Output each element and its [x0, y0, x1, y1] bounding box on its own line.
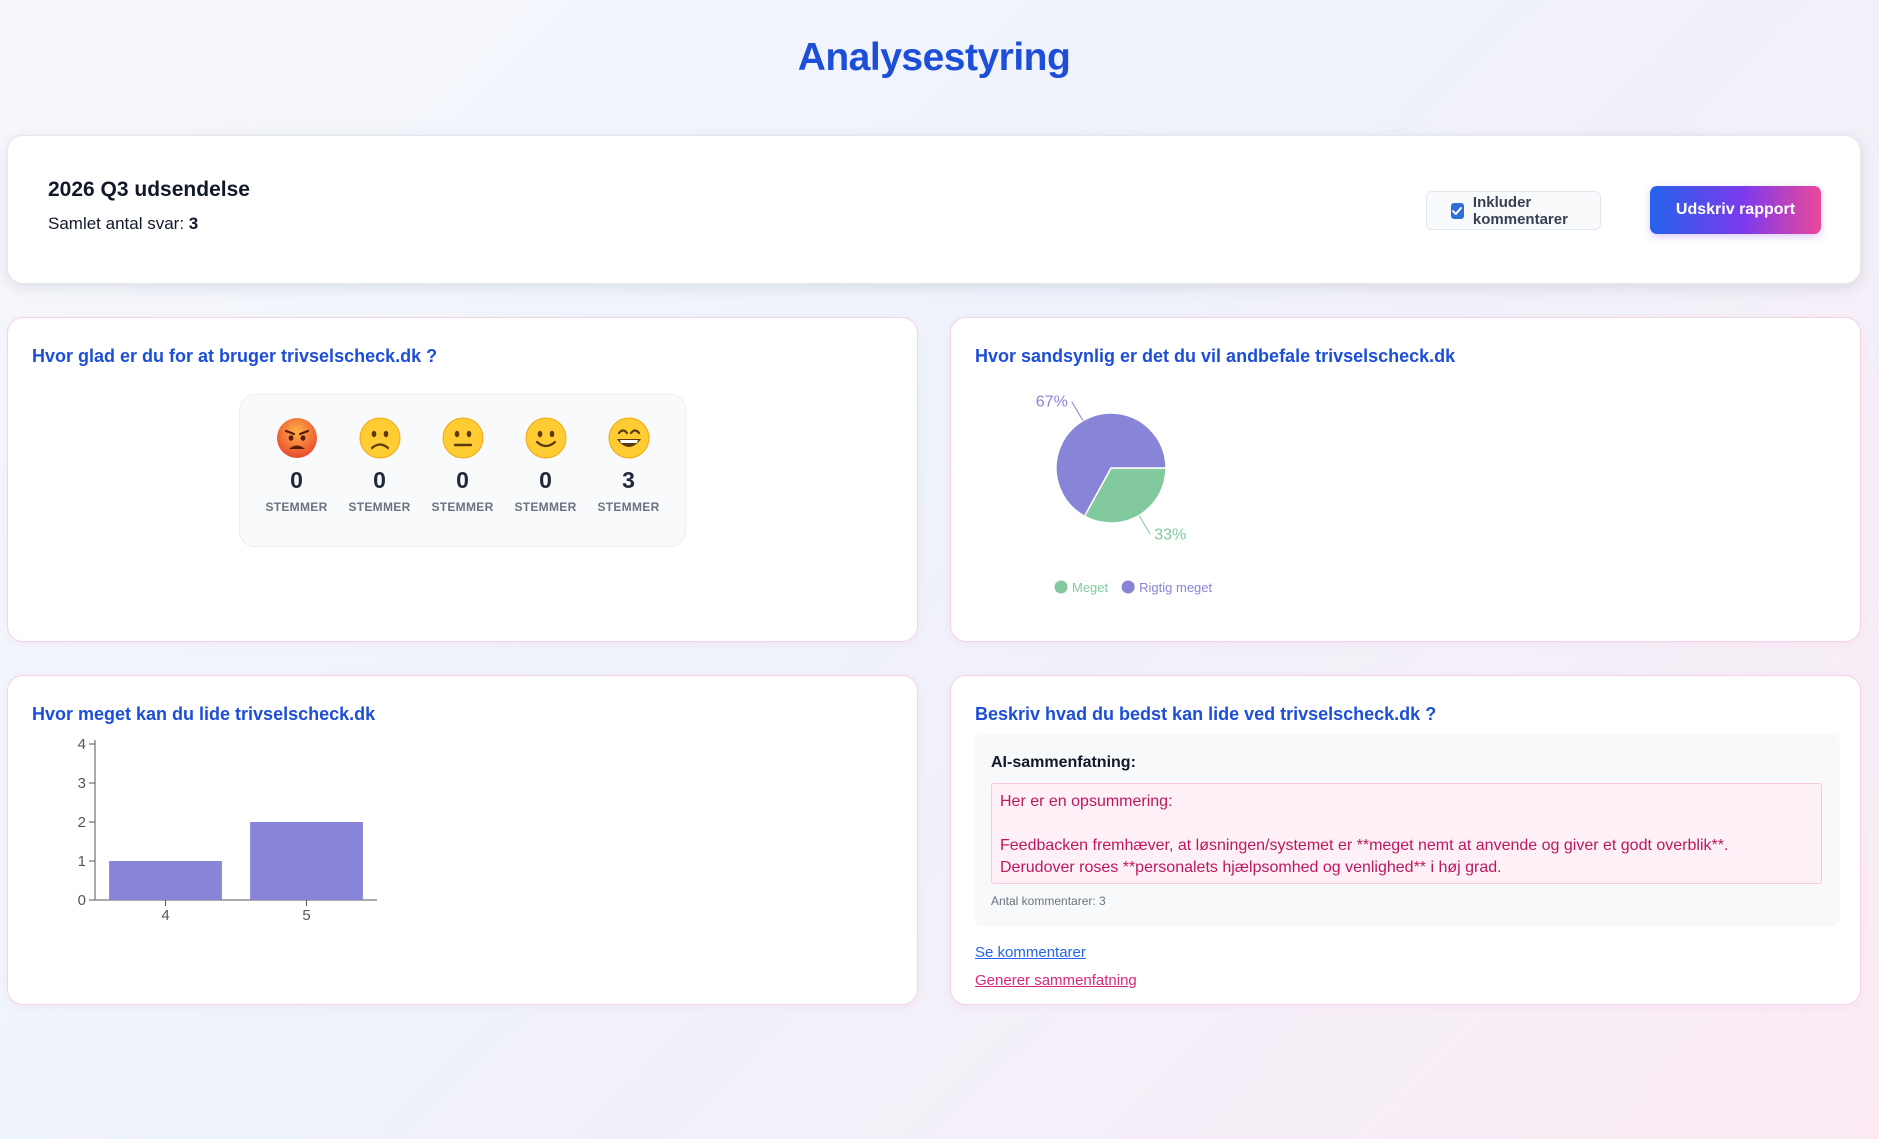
question-card-free-text: Beskriv hvad du bedst kan lide ved trivs…	[950, 675, 1861, 1005]
question-title: Beskriv hvad du bedst kan lide ved trivs…	[975, 704, 1437, 724]
summary-line: Her er en opsummering:	[1000, 793, 1173, 810]
question-card-recommend: Hvor sandsynlig er det du vil andbefale …	[950, 317, 1861, 642]
y-tick-label: 0	[78, 892, 86, 909]
x-tick-label: 5	[302, 907, 310, 924]
emoji-option: 0 STEMMER	[430, 417, 495, 546]
page-title: Analysestyring	[797, 36, 1071, 79]
emoji-option: 0 STEMMER	[264, 417, 329, 546]
question-card-liking: Hvor meget kan du lide trivselscheck.dk …	[7, 675, 918, 1005]
ai-summary-heading: AI-sammenfatning:	[991, 754, 1136, 771]
question-card-satisfaction: Hvor glad er du for at bruger trivselsch…	[7, 317, 918, 642]
vote-unit: STEMMER	[514, 500, 577, 514]
total-responses: Samlet antal svar: 3	[48, 214, 198, 234]
y-tick-label: 3	[78, 775, 86, 792]
checkbox-checked-icon[interactable]	[1451, 202, 1464, 219]
vote-unit: STEMMER	[348, 500, 411, 514]
vote-unit: STEMMER	[597, 500, 660, 514]
summary-line: Feedbacken fremhæver, at løsningen/syste…	[1000, 837, 1729, 854]
summary-line	[1000, 813, 1813, 835]
neutral-face-icon	[442, 417, 483, 459]
liking-bar-chart: 0 1 2 3 4 4 5	[78, 736, 377, 924]
pie-percent-label: 33%	[1154, 526, 1186, 543]
pie-label-line	[1138, 515, 1151, 535]
bar	[250, 822, 363, 900]
grinning-face-icon	[608, 417, 649, 459]
legend-swatch	[1054, 580, 1068, 594]
see-comments-link[interactable]: Se kommentarer	[975, 944, 1086, 961]
x-tick-label: 4	[161, 907, 169, 924]
vote-count: 0	[290, 467, 303, 493]
y-tick-label: 1	[78, 853, 86, 870]
emoji-option: 0 STEMMER	[513, 417, 578, 546]
pie-label-line	[1071, 401, 1084, 421]
vote-count: 0	[539, 467, 552, 493]
sending-title: 2026 Q3 udsendelse	[48, 178, 250, 201]
emoji-option: 0 STEMMER	[347, 417, 412, 546]
summary-line: Derudover roses **personalets hjælpsomhe…	[1000, 859, 1502, 876]
legend-label: Rigtig meget	[1139, 580, 1212, 595]
vote-unit: STEMMER	[265, 500, 328, 514]
total-responses-label: Samlet antal svar:	[48, 214, 189, 233]
generate-summary-link[interactable]: Generer sammenfatning	[975, 972, 1137, 989]
vote-count: 0	[373, 467, 386, 493]
slightly-frowning-face-icon	[359, 417, 400, 459]
slightly-smiling-face-icon	[525, 417, 566, 459]
y-tick-label: 4	[78, 736, 86, 753]
total-responses-value: 3	[188, 214, 199, 233]
print-report-button[interactable]: Udskriv rapport	[1650, 186, 1821, 234]
sending-header-card: 2026 Q3 udsendelse Samlet antal svar: 3 …	[7, 135, 1861, 284]
ai-summary-text: Her er en opsummering: Feedbacken fremhæ…	[991, 783, 1822, 884]
legend-label: Meget	[1072, 580, 1109, 595]
angry-face-icon	[276, 418, 317, 458]
vote-count: 3	[622, 467, 635, 493]
include-comments-toggle[interactable]: Inkluder kommentarer	[1426, 191, 1601, 230]
y-tick-label: 2	[78, 814, 86, 831]
question-title: Hvor glad er du for at bruger trivselsch…	[32, 346, 438, 366]
comment-count: Antal kommentarer: 3	[991, 894, 1106, 908]
vote-count: 0	[456, 467, 469, 493]
vote-unit: STEMMER	[431, 500, 494, 514]
emoji-option: 3 STEMMER	[596, 417, 661, 546]
recommend-pie-chart: 33% 67% Meget Rigtig meget	[1036, 394, 1213, 595]
ai-summary-panel: AI-sammenfatning: Her er en opsummering:…	[975, 734, 1839, 924]
bar	[109, 861, 222, 900]
legend-swatch	[1121, 580, 1135, 594]
include-comments-label: Inkluder kommentarer	[1472, 193, 1568, 228]
pie-percent-label: 67%	[1036, 394, 1068, 411]
emoji-rating-summary: 0 STEMMER 0 STEMMER 0 STEMMER 0 STEMMER …	[239, 394, 686, 547]
